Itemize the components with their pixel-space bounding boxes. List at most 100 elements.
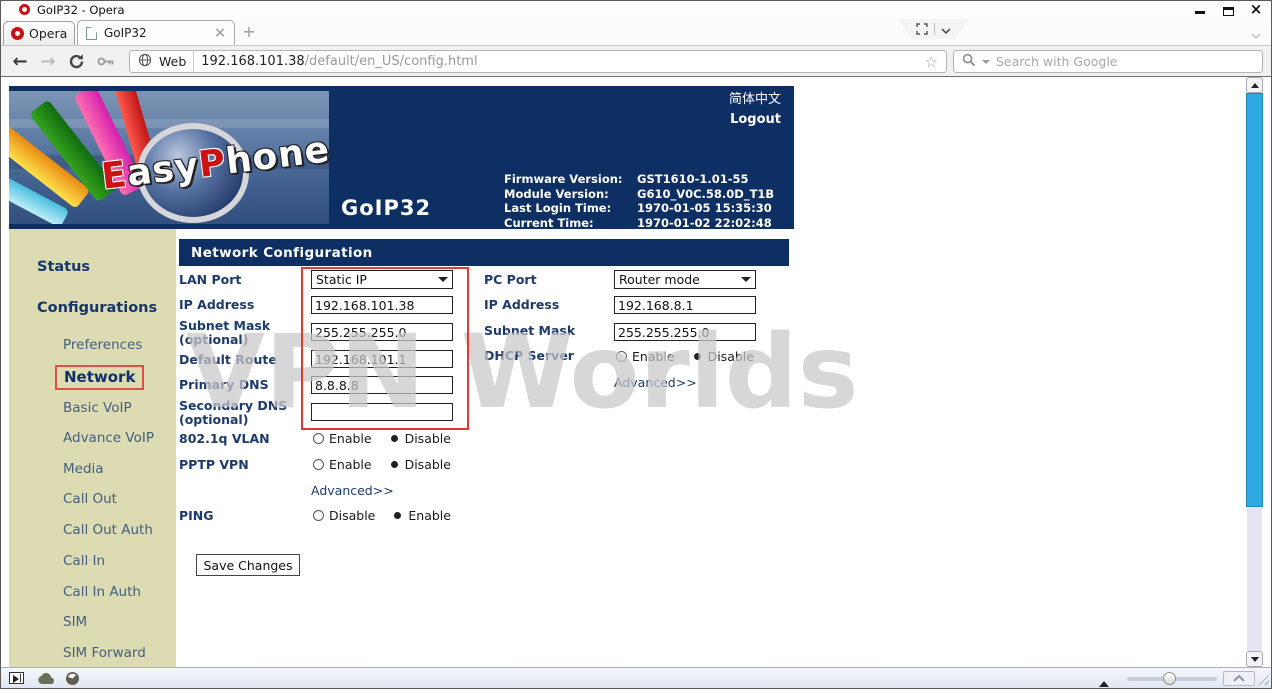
sidebar-item-call-out[interactable]: Call Out [63,491,117,507]
ping-enable-option[interactable]: Enable [408,508,451,523]
ip-address-label: IP Address [179,297,255,312]
forward-button[interactable]: → [35,49,61,73]
pptp-disable-radio[interactable] [390,461,398,468]
pptp-disable-option[interactable]: Disable [405,457,451,472]
ping-disable-option[interactable]: Disable [329,508,375,523]
opera-turbo-icon[interactable] [65,671,80,688]
zoom-menu-arrow-icon[interactable] [1099,676,1109,687]
dhcp-label: DHCP Server [484,348,574,363]
ping-enable-radio[interactable] [394,512,402,519]
info-label: Last Login Time: [504,201,612,215]
expand-tabs-icon [916,20,928,39]
sidebar-item-advance-voip[interactable]: Advance VoIP [63,430,154,446]
vertical-scrollbar[interactable] [1246,77,1263,667]
info-value: G610_V0C.58.0D_T1B [637,186,775,201]
scroll-up-button[interactable] [1246,77,1263,93]
sidebar-item-status[interactable]: Status [37,259,90,275]
vlan-label: 802.1q VLAN [179,431,270,446]
scrollbar-thumb[interactable] [1246,93,1263,507]
dhcp-enable-option[interactable]: Enable [632,349,675,364]
pc-ip-input[interactable] [614,296,756,314]
vlan-radio-group: Enable Disable [313,431,467,446]
vlan-enable-radio[interactable] [313,433,324,444]
tab-bar-widget[interactable] [898,19,968,39]
zoom-slider[interactable] [1127,672,1217,685]
default-route-label: Default Route [179,352,277,367]
tab-goip32[interactable]: GoIP32 × [77,20,235,45]
sidebar-item-media[interactable]: Media [63,461,104,477]
pc-subnet-input[interactable] [614,323,756,341]
ping-disable-radio[interactable] [313,510,324,521]
opera-window-icon [19,4,30,15]
sidebar-item-call-out-auth[interactable]: Call Out Auth [63,522,153,538]
sidebar-item-sim-forward[interactable]: SIM Forward [63,645,146,661]
zoom-slider-thumb[interactable] [1163,672,1176,685]
logo-hone: hone [223,129,329,183]
scroll-down-button[interactable] [1246,651,1263,667]
lan-port-select[interactable]: Static IP [311,270,453,289]
pc-port-select[interactable]: Router mode [614,270,756,289]
urlbar-divider [193,51,195,72]
close-button[interactable]: × [1249,2,1263,17]
lan-subnet-input[interactable] [311,323,453,341]
vlan-disable-option[interactable]: Disable [405,431,451,446]
logo-asy: asy [124,145,202,195]
default-route-input[interactable] [311,350,453,368]
vlan-enable-option[interactable]: Enable [329,431,372,446]
globe-icon [138,52,152,71]
sidebar-item-network[interactable]: Network [55,365,145,390]
title-bar: GoIP32 - Opera × [1,1,1271,19]
cloud-sync-icon[interactable] [37,671,57,688]
tab-list-chevron-icon[interactable] [1251,25,1261,44]
logout-link[interactable]: Logout [730,112,781,127]
sidebar-item-sim[interactable]: SIM [63,614,87,630]
search-field[interactable]: Search with Google [953,50,1263,73]
primary-dns-input[interactable] [311,376,453,394]
primary-dns-label: Primary DNS [179,377,269,392]
address-bar[interactable]: Web 192.168.101.38/default/en_US/config.… [129,50,947,73]
reload-button[interactable] [63,49,89,73]
fit-to-width-button[interactable] [1223,671,1255,686]
advanced-link-right[interactable]: Advanced>> [614,375,697,390]
pptp-enable-option[interactable]: Enable [329,457,372,472]
pptp-label: PPTP VPN [179,457,249,472]
ping-radio-group: Disable Enable [313,508,467,523]
ping-label: PING [179,508,214,523]
page-favicon-icon [86,26,97,40]
back-button[interactable]: ← [7,49,33,73]
pc-port-value: Router mode [619,272,700,287]
sidebar-item-basic-voip[interactable]: Basic VoIP [63,400,132,416]
vlan-disable-radio[interactable] [390,435,398,442]
panels-toggle-icon[interactable] [9,672,24,684]
save-changes-button[interactable]: Save Changes [196,554,300,576]
dhcp-disable-radio[interactable] [693,353,701,360]
opera-menu-button[interactable]: Opera [3,21,75,45]
brand-title: GoIP32 [341,196,432,220]
resize-grip[interactable] [1256,672,1269,685]
pptp-enable-radio[interactable] [313,459,324,470]
sidebar-item-call-in-auth[interactable]: Call In Auth [63,584,141,600]
sidebar-item-configurations[interactable]: Configurations [37,300,157,316]
info-value: GST1610-1.01-55 [637,172,749,186]
dhcp-enable-radio[interactable] [616,351,627,362]
sidebar-item-call-in[interactable]: Call In [63,553,105,569]
web-badge: Web [159,54,187,69]
new-tab-button[interactable]: + [241,24,257,40]
restore-button[interactable] [1221,3,1235,16]
dhcp-disable-option[interactable]: Disable [708,349,754,364]
firmware-info: Firmware Version: GST1610-1.01-55 Module … [504,172,774,230]
tab-close-icon[interactable]: × [214,26,226,40]
widget-divider [934,23,935,35]
key-icon[interactable] [93,49,119,73]
sidebar-item-preferences[interactable]: Preferences [63,337,142,353]
search-icon [962,52,976,71]
opera-menu-label: Opera [29,26,68,41]
tab-bar: Opera GoIP32 × + [1,19,1271,45]
secondary-dns-input[interactable] [311,403,453,421]
lan-ip-input[interactable] [311,296,453,314]
minimize-button[interactable] [1193,3,1207,16]
advanced-link-left[interactable]: Advanced>> [311,483,394,498]
language-link[interactable]: 简体中文 [729,88,781,107]
bookmark-star-icon[interactable]: ☆ [925,53,938,71]
search-engine-chevron-icon[interactable] [982,59,990,68]
